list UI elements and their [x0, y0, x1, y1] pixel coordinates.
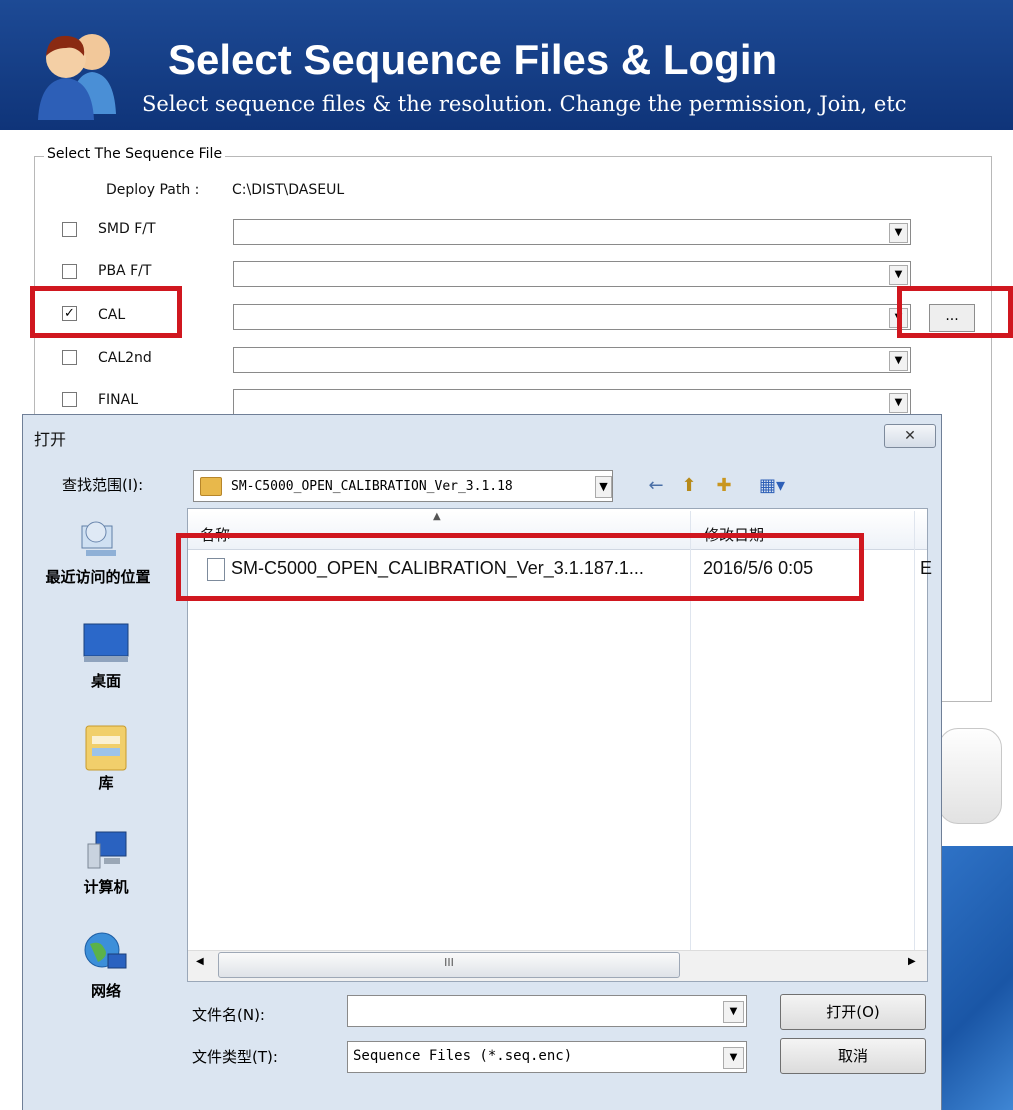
scroll-thumb[interactable]: III [218, 952, 680, 978]
look-in-label: 查找范围(I): [62, 476, 144, 494]
library-icon [82, 722, 130, 771]
up-folder-icon[interactable]: ⬆ [676, 474, 702, 498]
deploy-path-label: Deploy Path : [106, 182, 200, 198]
final-checkbox[interactable] [62, 392, 77, 407]
view-menu-icon[interactable]: ▦▾ [752, 474, 792, 498]
cal-combo[interactable]: ▼ [233, 304, 911, 330]
computer-icon [82, 826, 130, 872]
scroll-left-icon[interactable]: ◀ [196, 956, 204, 967]
filetype-label: 文件类型(T): [192, 1048, 278, 1066]
deploy-path-value: C:\DIST\DASEUL [232, 182, 345, 198]
pba-ft-label: PBA F/T [98, 263, 152, 279]
dialog-title: 打开 [34, 430, 67, 449]
place-recent[interactable]: 最近访问的位置 [34, 516, 162, 587]
cal2nd-checkbox[interactable] [62, 350, 77, 365]
chevron-down-icon[interactable]: ▼ [723, 1001, 744, 1023]
filetype-select[interactable]: Sequence Files (*.seq.enc) ▼ [347, 1041, 747, 1073]
look-in-value: SM-C5000_OPEN_CALIBRATION_Ver_3.1.18 [231, 479, 513, 494]
page-title: Select Sequence Files & Login [168, 36, 778, 83]
chevron-down-icon[interactable]: ▼ [889, 265, 908, 285]
network-globe-icon [82, 930, 130, 976]
cancel-button[interactable]: 取消 [780, 1038, 926, 1074]
group-legend: Select The Sequence File [44, 146, 226, 162]
pba-ft-checkbox[interactable] [62, 264, 77, 279]
cal2nd-label: CAL2nd [98, 350, 152, 366]
highlight-browse-button [897, 286, 1013, 338]
place-label: 计算机 [83, 878, 129, 896]
final-combo[interactable]: ▼ [233, 389, 911, 415]
place-label: 网络 [90, 982, 121, 1000]
desktop-icon [82, 620, 130, 666]
pba-ft-combo[interactable]: ▼ [233, 261, 911, 287]
place-libraries[interactable]: 库 [42, 722, 170, 793]
chevron-down-icon[interactable]: ▼ [889, 223, 908, 243]
cal2nd-combo[interactable]: ▼ [233, 347, 911, 373]
close-icon[interactable]: ✕ [884, 424, 936, 448]
login-button-edge[interactable] [938, 728, 1002, 824]
desktop-background [938, 846, 1013, 1110]
place-label: 库 [98, 774, 114, 792]
smd-ft-checkbox[interactable] [62, 222, 77, 237]
place-label: 最近访问的位置 [45, 568, 151, 586]
folder-icon [200, 477, 222, 496]
recent-places-icon [74, 516, 122, 562]
sort-ascending-icon: ▲ [433, 511, 441, 522]
back-icon[interactable]: ← [643, 474, 669, 498]
chevron-down-icon[interactable]: ▼ [889, 351, 908, 371]
users-icon [28, 22, 128, 122]
file-row-type: E [920, 558, 933, 578]
highlight-file-row [176, 533, 864, 601]
filename-input[interactable]: ▼ [347, 995, 747, 1027]
smd-ft-label: SMD F/T [98, 221, 156, 237]
chevron-down-icon[interactable]: ▼ [889, 393, 908, 413]
chevron-down-icon[interactable]: ▼ [595, 476, 612, 498]
final-label: FINAL [98, 392, 139, 408]
filetype-value: Sequence Files (*.seq.enc) [353, 1048, 573, 1064]
chevron-down-icon[interactable]: ▼ [723, 1047, 744, 1069]
place-label: 桌面 [90, 672, 121, 690]
highlight-cal-checkbox [30, 286, 182, 338]
place-desktop[interactable]: 桌面 [42, 620, 170, 691]
place-network[interactable]: 网络 [42, 930, 170, 1001]
scroll-right-icon[interactable]: ▶ [908, 956, 916, 967]
page-subtitle: Select sequence files & the resolution. … [142, 92, 907, 116]
smd-ft-combo[interactable]: ▼ [233, 219, 911, 245]
open-button[interactable]: 打开(O) [780, 994, 926, 1030]
new-folder-icon[interactable]: ✚ [711, 474, 737, 498]
column-divider[interactable] [914, 511, 915, 981]
filename-label: 文件名(N): [192, 1006, 265, 1024]
place-computer[interactable]: 计算机 [42, 826, 170, 897]
